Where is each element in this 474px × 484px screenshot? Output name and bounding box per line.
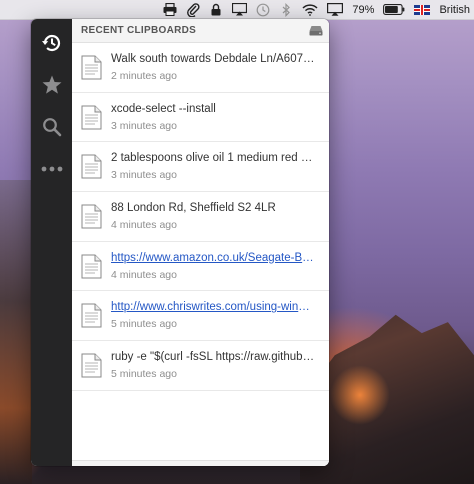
document-icon — [81, 254, 102, 279]
clip-item[interactable]: ruby -e "$(curl -fsSL https://raw.github… — [72, 341, 329, 391]
desktop-sunset-glow — [330, 365, 390, 425]
clipboard-panel: RECENT CLIPBOARDS Walk south towards Deb… — [72, 19, 329, 466]
time-machine-icon[interactable] — [256, 2, 270, 18]
clip-time: 5 minutes ago — [111, 367, 177, 380]
battery-percent: 79% — [352, 3, 375, 16]
panel-title: RECENT CLIPBOARDS — [81, 25, 197, 36]
clip-link[interactable]: http://www.chriswrites.com/using-window.… — [111, 301, 316, 313]
clip-item[interactable]: http://www.chriswrites.com/using-window.… — [72, 291, 329, 342]
clip-item[interactable]: 88 London Rd, Sheffield S2 4LR 4 minutes… — [72, 192, 329, 242]
desktop-mountain-left — [0, 180, 32, 484]
document-icon — [81, 55, 102, 80]
document-icon — [81, 353, 102, 378]
lock-icon[interactable] — [209, 2, 223, 18]
clip-list: Walk south towards Debdale Ln/A6075 0.1 … — [72, 43, 329, 460]
clip-link[interactable]: https://www.amazon.co.uk/Seagate-Backu..… — [111, 252, 316, 264]
clip-item[interactable]: 2 tablespoons olive oil 1 medium red oni… — [72, 142, 329, 193]
drive-icon[interactable] — [309, 25, 323, 37]
wifi-icon[interactable] — [302, 2, 318, 18]
clip-time: 4 minutes ago — [111, 268, 177, 281]
document-icon — [81, 204, 102, 229]
battery-icon[interactable] — [383, 2, 405, 18]
more-icon[interactable] — [38, 155, 66, 183]
clip-text: ruby -e "$(curl -fsSL https://raw.github… — [111, 350, 316, 363]
document-icon — [81, 303, 102, 328]
history-icon[interactable] — [38, 29, 66, 57]
paperclip-icon[interactable] — [186, 2, 200, 18]
flag-icon[interactable] — [414, 4, 431, 15]
panel-footer — [72, 460, 329, 466]
sidebar-rail — [31, 19, 72, 466]
clip-text: Walk south towards Debdale Ln/A6075 0.1 … — [111, 52, 316, 65]
clip-time: 4 minutes ago — [111, 218, 177, 231]
clip-time: 2 minutes ago — [111, 69, 177, 82]
clip-text: xcode-select --install — [111, 102, 216, 115]
search-icon[interactable] — [38, 113, 66, 141]
clip-text: 88 London Rd, Sheffield S2 4LR — [111, 201, 276, 214]
airplay-icon[interactable] — [327, 2, 344, 18]
clip-time: 3 minutes ago — [111, 169, 177, 182]
clip-time: 5 minutes ago — [111, 318, 177, 331]
clip-item[interactable]: xcode-select --install 3 minutes ago — [72, 93, 329, 143]
bluetooth-icon[interactable] — [279, 2, 293, 18]
panel-header: RECENT CLIPBOARDS — [72, 19, 329, 43]
menu-bar: 79% British — [0, 0, 474, 20]
clip-item[interactable]: https://www.amazon.co.uk/Seagate-Backu..… — [72, 242, 329, 292]
clip-text: 2 tablespoons olive oil 1 medium red oni… — [111, 152, 316, 165]
document-icon — [81, 105, 102, 130]
airplay-display-icon[interactable] — [232, 2, 248, 18]
input-source-label[interactable]: British — [439, 4, 470, 16]
printer-icon[interactable] — [163, 2, 177, 18]
clip-time: 3 minutes ago — [111, 119, 177, 132]
clipboard-popover: RECENT CLIPBOARDS Walk south towards Deb… — [31, 19, 329, 466]
clip-item[interactable]: Walk south towards Debdale Ln/A6075 0.1 … — [72, 43, 329, 93]
star-icon[interactable] — [38, 71, 66, 99]
document-icon — [81, 154, 102, 179]
